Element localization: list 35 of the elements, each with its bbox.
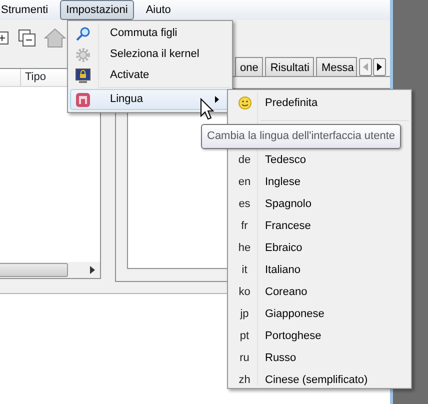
- menu-item[interactable]: he Ebraico: [230, 237, 409, 259]
- menu-item[interactable]: zh Cinese (semplificato): [230, 369, 409, 391]
- scrollbar-thumb[interactable]: [0, 263, 68, 277]
- monitor-lock-icon: [75, 68, 91, 84]
- menu-item[interactable]: jp Giapponese: [230, 303, 409, 325]
- menu-item[interactable]: it Italiano: [230, 259, 409, 281]
- menu-item[interactable]: Lingua: [70, 89, 230, 110]
- tab[interactable]: Messa: [316, 57, 357, 76]
- right-arrow-icon: [376, 63, 382, 71]
- tooltip: Cambia la lingua dell'interfaccia utente: [201, 124, 401, 148]
- language-icon: [75, 92, 91, 108]
- menu-item[interactable]: en Inglese: [230, 171, 409, 193]
- menu-item[interactable]: pt Portoghese: [230, 325, 409, 347]
- left-arrow-icon: [362, 63, 368, 71]
- menu-item[interactable]: Seleziona il kernel: [70, 44, 230, 65]
- tab-scroll-right-button[interactable]: [372, 58, 386, 76]
- menu-item[interactable]: de Tedesco: [230, 149, 409, 171]
- remove-window-icon[interactable]: [18, 29, 36, 47]
- menu-item[interactable]: Predefinita: [230, 92, 409, 114]
- menu-item[interactable]: es Spagnolo: [230, 193, 409, 215]
- menu-item[interactable]: fr Francese: [230, 215, 409, 237]
- menu-item[interactable]: Strumenti: [0, 0, 54, 20]
- smiley-icon: [238, 96, 252, 110]
- menu-item[interactable]: ko Coreano: [230, 281, 409, 303]
- magnifier-icon: [75, 26, 91, 42]
- mouse-cursor-icon: [200, 98, 214, 120]
- tab[interactable]: one: [235, 57, 264, 76]
- add-window-icon[interactable]: [0, 29, 10, 47]
- scroll-right-icon[interactable]: [90, 266, 95, 274]
- menu-item[interactable]: Impostazioni: [60, 0, 134, 20]
- menu-item[interactable]: ru Russo: [230, 347, 409, 369]
- menu-item[interactable]: Aiuto: [140, 0, 177, 20]
- gear-icon: [75, 46, 91, 62]
- tab[interactable]: Risultati: [265, 57, 314, 76]
- menu-item[interactable]: Activate: [70, 65, 230, 86]
